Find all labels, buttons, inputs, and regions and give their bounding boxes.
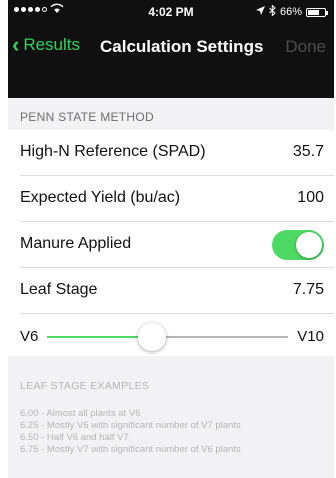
location-arrow-icon (255, 6, 265, 18)
top-bar: 4:02 PM 66% ‹ Results Calculation Settin… (8, 0, 334, 98)
navigation-bar: ‹ Results Calculation Settings Done (8, 22, 334, 72)
row-value[interactable]: 35.7 (293, 143, 324, 161)
done-button[interactable]: Done (285, 37, 326, 57)
row-label: High-N Reference (SPAD) (20, 143, 206, 160)
example-item: 6.00 - Almost all plants at V6 (20, 408, 141, 419)
chevron-left-icon: ‹ (12, 32, 20, 57)
row-manure-applied: Manure Applied (20, 222, 334, 268)
leaf-stage-slider-row: V6 V10 (20, 314, 334, 360)
bluetooth-icon (269, 4, 276, 19)
slider-min-label: V6 (20, 328, 39, 345)
example-item: 6.50 - Half V6 and half V7 (20, 432, 129, 443)
back-label: Results (23, 35, 81, 54)
battery-percent: 66% (279, 6, 302, 18)
row-high-n-reference[interactable]: High-N Reference (SPAD) 35.7 (20, 130, 334, 176)
example-item: 6.75 - Mostly V7 with significant number… (20, 444, 241, 455)
leaf-stage-examples: LEAF STAGE EXAMPLES 6.00 - Almost all pl… (8, 356, 334, 478)
leaf-stage-slider[interactable] (47, 323, 288, 351)
manure-applied-toggle[interactable] (272, 230, 324, 260)
toggle-knob[interactable] (296, 232, 322, 258)
settings-table: High-N Reference (SPAD) 35.7 Expected Yi… (8, 130, 334, 360)
battery-fill (308, 9, 319, 15)
example-item: 6.25 - Mostly V6 with significant number… (20, 420, 241, 431)
page-title: Calculation Settings (100, 37, 264, 56)
slider-fill (47, 336, 153, 338)
row-value[interactable]: 100 (297, 189, 324, 207)
section-header-label: PENN STATE METHOD (20, 110, 154, 124)
row-label: Expected Yield (bu/ac) (20, 189, 181, 206)
row-value: 7.75 (292, 281, 324, 298)
section-header: PENN STATE METHOD (8, 98, 334, 130)
status-bar: 4:02 PM 66% (8, 0, 334, 22)
row-label: Leaf Stage (20, 281, 98, 298)
row-expected-yield[interactable]: Expected Yield (bu/ac) 100 (20, 176, 334, 222)
slider-max-label: V10 (297, 328, 324, 345)
row-label: Manure Applied (20, 235, 132, 252)
status-right: 66% (255, 4, 328, 19)
battery-icon (306, 7, 328, 17)
slider-thumb[interactable] (138, 323, 167, 351)
back-button[interactable]: ‹ Results (12, 32, 81, 57)
examples-title: LEAF STAGE EXAMPLES (20, 380, 150, 392)
examples-list: 6.00 - Almost all plants at V6 6.25 - Mo… (20, 408, 241, 456)
row-leaf-stage: Leaf Stage 7.75 (20, 268, 334, 314)
